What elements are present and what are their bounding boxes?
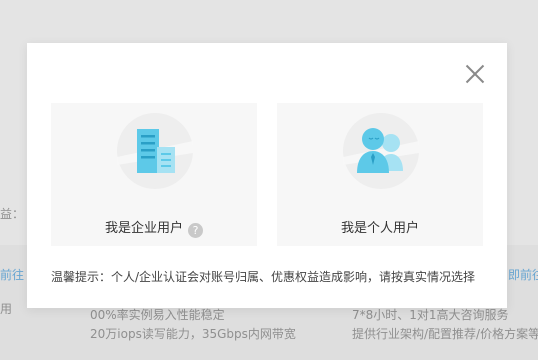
personal-user-label: 我是个人用户 [340, 221, 419, 236]
enterprise-label-row: 我是企业用户? [51, 217, 257, 238]
personal-user-option[interactable]: 我是个人用户 [277, 103, 483, 246]
warning-tip: 温馨提示：个人/企业认证会对账号归属、优惠权益造成影响，请按真实情况选择 [51, 270, 476, 284]
enterprise-user-label: 我是企业用户 [104, 221, 183, 236]
enterprise-user-option[interactable]: 我是企业用户? [51, 103, 257, 246]
auth-type-dialog: 我是企业用户? 我是个人用户 温馨提示：个人/企业认证会对账号归属、优惠权益造成… [27, 43, 507, 308]
users-icon [343, 113, 419, 189]
close-icon[interactable] [465, 64, 485, 84]
help-icon[interactable]: ? [188, 223, 203, 238]
building-icon [117, 113, 193, 189]
